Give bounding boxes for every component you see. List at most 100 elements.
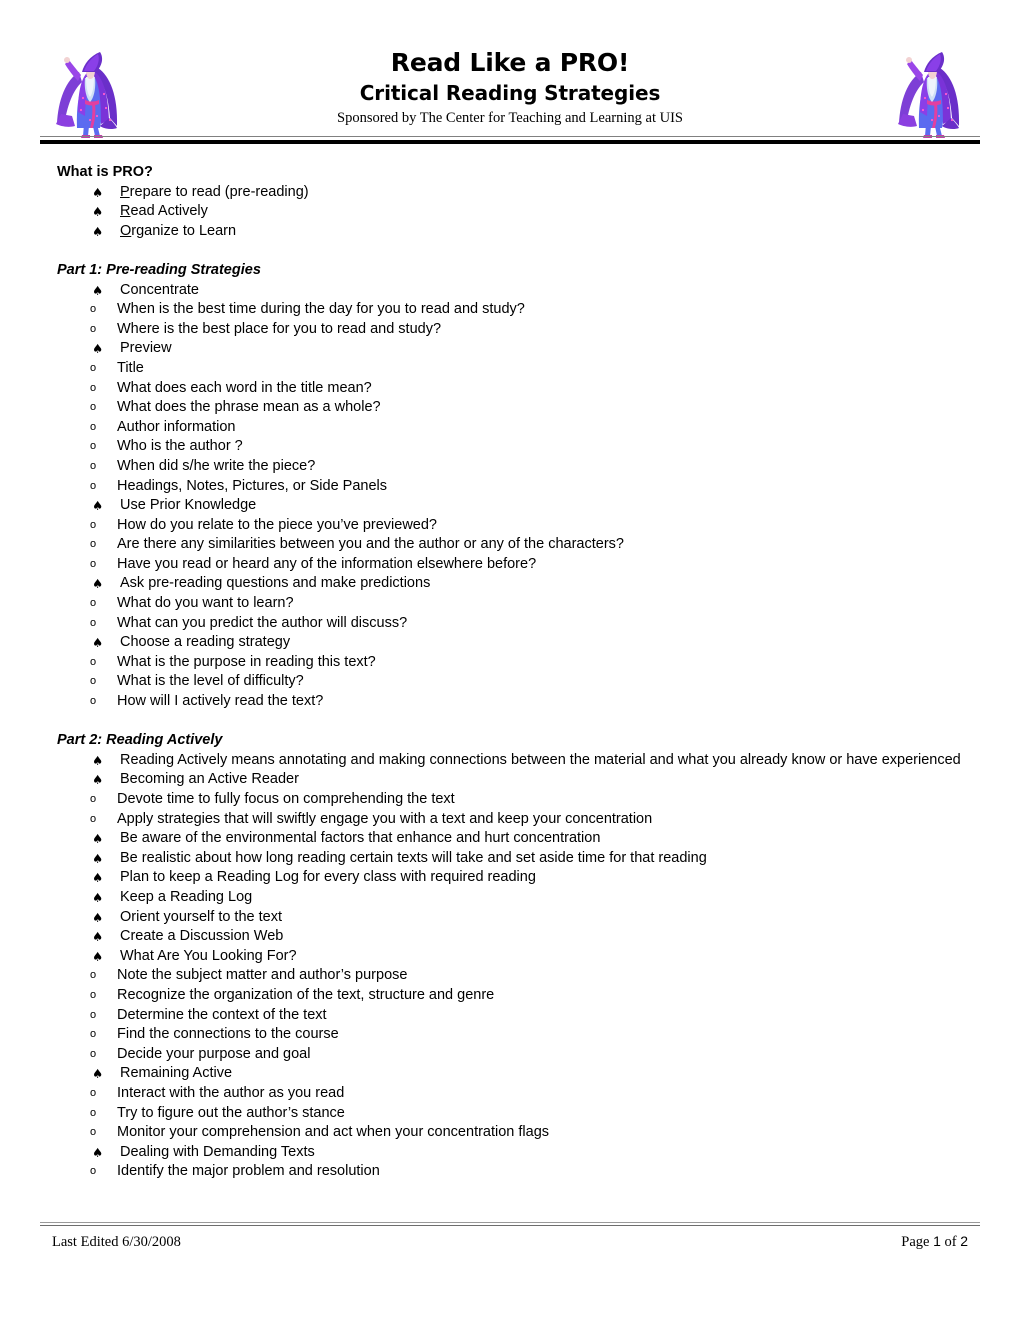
- document-header: Read Like a PRO! Critical Reading Strate…: [40, 48, 980, 140]
- sub-list-item: o Monitor your comprehension and act when…: [57, 1123, 962, 1143]
- circle-bullet-icon: o: [90, 1047, 97, 1060]
- sub-list-item-label: Note the subject matter and author’s pur…: [117, 967, 408, 984]
- section-heading: What is PRO?: [57, 164, 153, 180]
- list-item: ♠ Read Actively: [57, 202, 962, 222]
- list-item: ♠ Plan to keep a Reading Log for every cl…: [57, 868, 962, 888]
- list-item-label: Reading Actively means annotating and ma…: [120, 751, 961, 768]
- list-item-label: Ask pre-reading questions and make predi…: [120, 575, 431, 592]
- sub-list-item: o Where is the best place for you to read…: [57, 320, 962, 340]
- footer-page-indicator: Page 1 of 2: [901, 1232, 968, 1251]
- sub-list-item-label: What do you want to learn?: [117, 595, 294, 612]
- sub-list-item-label: Interact with the author as you read: [117, 1084, 345, 1101]
- spade-bullet-icon: ♠: [92, 576, 104, 592]
- list-item: ♠ What Are You Looking For?: [57, 947, 962, 967]
- list-item: ♠ Ask pre-reading questions and make pred…: [57, 574, 962, 594]
- list-item: ♠ Be aware of the environmental factors t…: [57, 829, 962, 849]
- sub-list-item: o What is the level of difficulty?: [57, 672, 962, 692]
- sub-list-item-label: Author information: [117, 418, 236, 435]
- circle-bullet-icon: o: [90, 616, 97, 629]
- sub-list-item: o When is the best time during the day fo…: [57, 300, 962, 320]
- spade-bullet-icon: ♠: [92, 1066, 104, 1082]
- bullet-list-level2: o How do you relate to the piece you’ve p…: [57, 516, 962, 575]
- sub-list-item-label: Are there any similarities between you a…: [117, 536, 624, 553]
- list-item-label: Keep a Reading Log: [120, 888, 253, 905]
- circle-bullet-icon: o: [90, 655, 97, 668]
- list-item-label: Preview: [120, 340, 172, 357]
- sub-list-item: o Determine the context of the text: [57, 1006, 962, 1026]
- spade-bullet-icon: ♠: [92, 772, 104, 788]
- bullet-list-level2: o What is the purpose in reading this tex…: [57, 653, 962, 712]
- sub-list-item-label: When did s/he write the piece?: [117, 457, 316, 474]
- sub-list-item-label: Title: [117, 359, 144, 376]
- section-heading: Part 2: Reading Actively: [57, 732, 223, 749]
- list-item: ♠ Orient yourself to the text: [57, 908, 962, 928]
- spade-bullet-icon: ♠: [92, 850, 104, 866]
- footer-page-total: 2: [960, 1233, 968, 1249]
- sub-list-item-label: How will I actively read the text?: [117, 693, 324, 710]
- sub-list-item-label: Recognize the organization of the text, …: [117, 986, 495, 1003]
- sub-list-item-label: When is the best time during the day for…: [117, 301, 525, 318]
- list-item-label: Use Prior Knowledge: [120, 497, 257, 514]
- list-item-label: Becoming an Active Reader: [120, 771, 299, 788]
- sub-list-item-label: Decide your purpose and goal: [117, 1045, 311, 1062]
- spade-bullet-icon: ♠: [92, 1144, 104, 1160]
- circle-bullet-icon: o: [90, 1028, 97, 1041]
- spade-bullet-icon: ♠: [92, 341, 104, 357]
- sub-list-item: o Apply strategies that will swiftly enga…: [57, 810, 962, 830]
- sub-list-item-label: Where is the best place for you to read …: [117, 320, 442, 337]
- sub-list-item-label: Headings, Notes, Pictures, or Side Panel…: [117, 477, 387, 494]
- sub-list-item-label: Try to figure out the author’s stance: [117, 1104, 345, 1121]
- sub-list-item-label: Find the connections to the course: [117, 1026, 339, 1043]
- sub-list-item-label: Apply strategies that will swiftly engag…: [117, 810, 653, 827]
- list-item: ♠ Be realistic about how long reading cer…: [57, 849, 962, 869]
- spade-bullet-icon: ♠: [92, 752, 104, 768]
- circle-bullet-icon: o: [90, 479, 97, 492]
- circle-bullet-icon: o: [90, 459, 97, 472]
- sub-list-item: o How do you relate to the piece you’ve p…: [57, 516, 962, 536]
- list-item-label: Remaining Active: [120, 1065, 233, 1082]
- list-item-label: Concentrate: [120, 281, 199, 298]
- sub-list-item: o Try to figure out the author’s stance: [57, 1104, 962, 1124]
- page-subtitle: Critical Reading Strategies: [359, 81, 661, 105]
- sub-list-item: o Note the subject matter and author’s pu…: [57, 966, 962, 986]
- circle-bullet-icon: o: [90, 1126, 97, 1139]
- sub-list-item: o Title: [57, 359, 962, 379]
- bullet-list-level2: o When is the best time during the day fo…: [57, 300, 962, 339]
- footer-divider-bottom: [40, 1225, 980, 1226]
- underlined-initial: O: [120, 222, 132, 239]
- list-item: ♠ Create a Discussion Web: [57, 927, 962, 947]
- sub-list-item: o Devote time to fully focus on comprehen…: [57, 790, 962, 810]
- bullet-list-level2: o Note the subject matter and author’s pu…: [57, 966, 962, 1064]
- spade-bullet-icon: ♠: [92, 204, 104, 220]
- list-item-label: Orient yourself to the text: [120, 908, 282, 925]
- sub-list-item: o What does each word in the title mean?: [57, 379, 962, 399]
- circle-bullet-icon: o: [90, 557, 97, 570]
- bullet-list-level1: ♠ Concentrate o When is the best time durin…: [57, 281, 962, 712]
- list-item-label: Be aware of the environmental factors th…: [120, 830, 601, 847]
- circle-bullet-icon: o: [90, 675, 97, 688]
- list-item: ♠ Dealing with Demanding Texts: [57, 1143, 962, 1163]
- sub-list-item-label: What does each word in the title mean?: [117, 379, 372, 396]
- sub-list-item: o Who is the author ?: [57, 437, 962, 457]
- spade-bullet-icon: ♠: [92, 929, 104, 945]
- sub-list-item-label: What is the purpose in reading this text…: [117, 653, 376, 670]
- sub-list-item: o Find the connections to the course: [57, 1025, 962, 1045]
- sub-list-item-label: What does the phrase mean as a whole?: [117, 399, 381, 416]
- footer-page-middle: of: [940, 1234, 961, 1250]
- sub-list-item: o What does the phrase mean as a whole?: [57, 398, 962, 418]
- list-item: ♠ Remaining Active: [57, 1064, 962, 1084]
- bullet-list-level1: ♠ Reading Actively means annotating and m…: [57, 751, 962, 1182]
- circle-bullet-icon: o: [90, 518, 97, 531]
- circle-bullet-icon: o: [90, 1008, 97, 1021]
- spade-bullet-icon: ♠: [92, 870, 104, 886]
- footer-page-prefix: Page: [901, 1234, 934, 1250]
- sub-list-item-label: Monitor your comprehension and act when …: [117, 1124, 550, 1141]
- sub-list-item: o Have you read or heard any of the infor…: [57, 555, 962, 575]
- sub-list-item: o What do you want to learn?: [57, 594, 962, 614]
- bullet-list-level2: o Identify the major problem and resoluti…: [57, 1162, 962, 1182]
- list-item: ♠ Reading Actively means annotating and m…: [57, 751, 962, 771]
- list-item: ♠ Becoming an Active Reader: [57, 770, 962, 790]
- circle-bullet-icon: o: [90, 1165, 97, 1178]
